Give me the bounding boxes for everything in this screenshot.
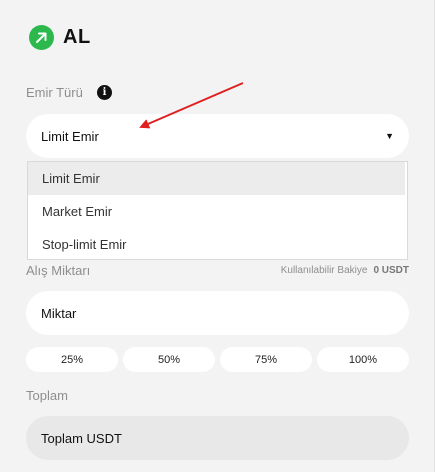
percent-75-button[interactable]: 75%	[220, 347, 312, 372]
buy-amount-label-row: Alış Miktarı Kullanılabilir Bakiye 0 USDT	[26, 263, 409, 279]
percent-50-button[interactable]: 50%	[123, 347, 215, 372]
percent-100-button[interactable]: 100%	[317, 347, 409, 372]
info-icon[interactable]: i	[97, 85, 112, 100]
page-title: AL	[63, 26, 91, 48]
total-input[interactable]: Toplam USDT	[26, 416, 409, 460]
order-type-dropdown: Limit Emir Market Emir Stop-limit Emir	[27, 161, 408, 260]
available-balance-label: Kullanılabilir Bakiye	[280, 265, 368, 276]
amount-input[interactable]: Miktar	[26, 291, 409, 335]
available-balance-value: 0 USDT	[373, 265, 409, 276]
dropdown-option-stop-limit[interactable]: Stop-limit Emir	[28, 228, 407, 261]
total-label: Toplam	[26, 388, 68, 403]
order-type-select[interactable]: Limit Emir ▼	[26, 114, 409, 158]
dropdown-option-limit[interactable]: Limit Emir	[28, 162, 405, 195]
percent-25-button[interactable]: 25%	[26, 347, 118, 372]
arrow-up-right-icon	[29, 25, 54, 50]
buy-amount-label: Alış Miktarı	[26, 263, 91, 278]
order-type-selected-value: Limit Emir	[41, 129, 99, 144]
percent-buttons: 25% 50% 75% 100%	[26, 347, 409, 372]
dropdown-option-market[interactable]: Market Emir	[28, 195, 407, 228]
amount-input-placeholder: Miktar	[41, 306, 77, 321]
total-input-placeholder: Toplam USDT	[41, 431, 122, 446]
caret-down-icon: ▼	[385, 131, 394, 141]
order-type-label: Emir Türü	[26, 85, 83, 100]
available-balance: Kullanılabilir Bakiye 0 USDT	[281, 265, 409, 276]
buy-header: AL	[29, 25, 91, 50]
